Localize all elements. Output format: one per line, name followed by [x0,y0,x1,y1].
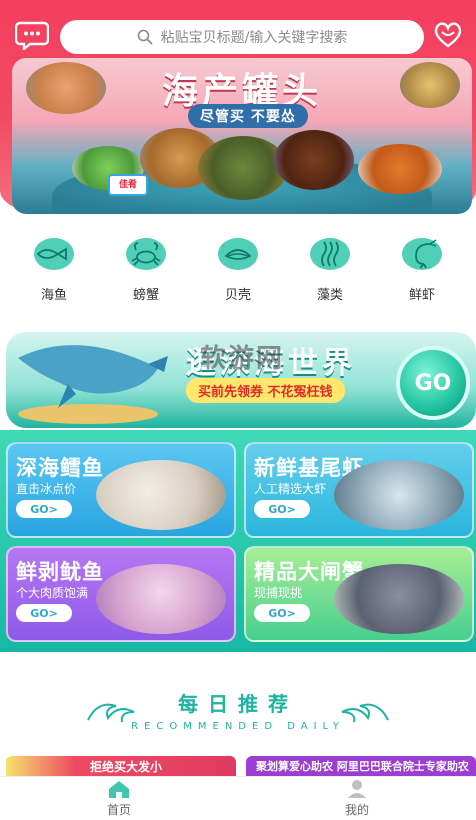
shell-icon [213,232,263,276]
search-placeholder: 粘贴宝贝标题/输入关键字搜索 [160,30,348,46]
category-label: 藻类 [316,288,343,303]
bottom-nav: 首页 我的 [0,776,476,820]
product-go-button[interactable]: GO> [16,500,72,518]
category-label: 鲜虾 [408,288,435,303]
nav-home-label: 首页 [106,803,131,817]
promo-tagline: 买前先领券 不花冤枉钱 [186,378,345,403]
product-desc: 个大肉质饱满 [16,586,89,600]
strip-left-text: 拒绝买大发小 [89,759,162,774]
home-icon [109,781,129,798]
product-go-button[interactable]: GO> [16,604,72,622]
nav-home[interactable]: 首页 [0,777,238,820]
product-card-shrimp[interactable]: 新鲜基尾虾 人工精选大虾 GO> [244,442,474,538]
customer-service-icon[interactable] [430,17,466,53]
shrimp-image [334,460,464,530]
category-shell[interactable]: 贝壳 [198,232,278,308]
product-name: 鲜剥鱿鱼 [16,560,104,584]
product-card-cod[interactable]: 深海鳕鱼 直击冰点价 GO> [6,442,236,538]
promo-go-button[interactable]: GO [396,346,470,420]
daily-title: 每日推荐 [178,692,298,716]
search-icon [137,29,153,45]
wave-left-icon [87,703,135,723]
product-card-squid[interactable]: 鲜剥鱿鱼 个大肉质饱满 GO> [6,546,236,642]
message-icon[interactable] [14,17,50,53]
plate-right [358,144,442,194]
product-desc: 人工精选大虾 [254,482,327,496]
product-go-button[interactable]: GO> [254,500,310,518]
shrimp-icon [397,232,447,276]
plate-center-right [274,130,354,190]
nav-profile[interactable]: 我的 [238,777,476,820]
product-card-crab[interactable]: 精品大闸蟹 现捕现挑 GO> [244,546,474,642]
category-label: 海鱼 [40,288,67,303]
watermark: 软游网 [200,344,285,374]
crab-image [334,564,464,634]
hero-banner[interactable]: 佳肴 海产罐头 尽管买 不要怂 [12,58,472,214]
category-label: 螃蟹 [132,288,159,303]
can-label: 佳肴 [108,174,148,196]
crab-icon [121,232,171,276]
daily-recommend-heading: 每日推荐 RECOMMENDED DAILY [0,688,476,738]
category-shrimp[interactable]: 鲜虾 [382,232,462,308]
category-row: 海鱼 螃蟹 贝壳 藻类 鲜虾 [0,232,476,308]
seaweed-icon [305,232,355,276]
category-fish[interactable]: 海鱼 [14,232,94,308]
product-grid: 深海鳕鱼 直击冰点价 GO> 新鲜基尾虾 人工精选大虾 GO> 鲜剥鱿鱼 个大肉… [0,430,476,652]
category-label: 贝壳 [224,288,251,303]
product-go-button[interactable]: GO> [254,604,310,622]
product-desc: 直击冰点价 [16,482,77,496]
hero-subtitle: 尽管买 不要怂 [188,104,308,128]
daily-subtitle: RECOMMENDED DAILY [131,721,345,732]
category-seaweed[interactable]: 藻类 [290,232,370,308]
profile-icon [348,780,366,798]
product-name: 深海鳕鱼 [16,456,104,480]
product-desc: 现捕现挑 [254,586,303,600]
dolphin-icon [18,345,168,424]
recommend-card-right[interactable]: 聚划算爱心助农 阿里巴巴联合院士专家助农 [246,756,476,776]
search-bar[interactable]: 粘贴宝贝标题/输入关键字搜索 [60,20,424,54]
strip-right-text: 聚划算爱心助农 阿里巴巴联合院士专家助农 [256,760,469,773]
fish-icon [29,232,79,276]
category-crab[interactable]: 螃蟹 [106,232,186,308]
wave-right-icon [341,703,389,723]
nav-profile-label: 我的 [344,803,369,817]
recommend-card-left[interactable]: 拒绝买大发小 [6,756,236,776]
squid-image [96,564,226,634]
ocean-promo-banner[interactable]: 逛深海世界 买前先领券 不花冤枉钱 GO 软游网 [0,322,476,434]
cod-image [96,460,226,530]
